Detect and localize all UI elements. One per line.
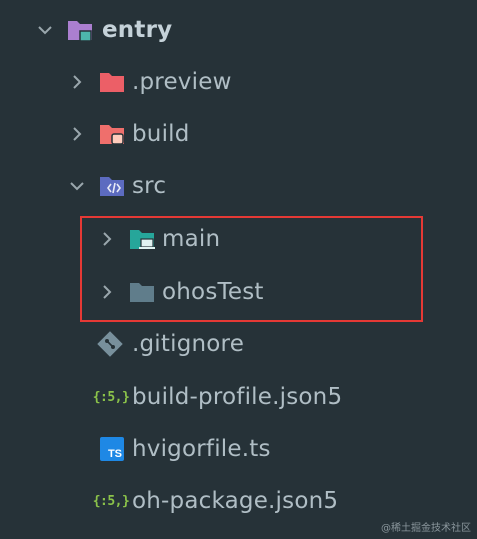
tree-item-label: .preview [132,69,232,95]
selection-highlight-box [80,216,423,322]
module-folder-icon [66,16,94,44]
json5-icon: {:5,} [92,389,130,405]
tree-item-label: src [132,173,167,199]
tree-item-label: hvigorfile.ts [132,436,271,462]
chevron-down-icon[interactable] [34,19,56,41]
chevron-down-icon[interactable] [66,175,88,197]
tree-item-hvigorfile[interactable]: TS hvigorfile.ts [0,423,477,475]
tree-item-label: .gitignore [132,331,245,357]
chevron-right-icon[interactable] [66,71,88,93]
tree-item-preview[interactable]: .preview [0,56,477,108]
tree-item-src[interactable]: src [0,160,477,212]
git-icon [96,330,124,358]
tree-item-build-profile[interactable]: {:5,} build-profile.json5 [0,371,477,423]
chevron-right-icon[interactable] [66,123,88,145]
tree-item-label: build-profile.json5 [132,384,343,410]
tree-item-gitignore[interactable]: .gitignore [0,318,477,370]
folder-icon [98,68,126,96]
tree-item-build[interactable]: build [0,108,477,160]
tree-item-label: oh-package.json5 [132,488,339,514]
json5-icon: {:5,} [92,493,130,509]
build-folder-icon [98,120,126,148]
tree-item-label: entry [102,17,173,43]
src-folder-icon [98,172,126,200]
tree-item-label: build [132,121,190,147]
tree-item-entry[interactable]: entry [0,4,477,56]
typescript-icon: TS [98,435,126,463]
watermark: @稀土掘金技术社区 [381,523,471,534]
